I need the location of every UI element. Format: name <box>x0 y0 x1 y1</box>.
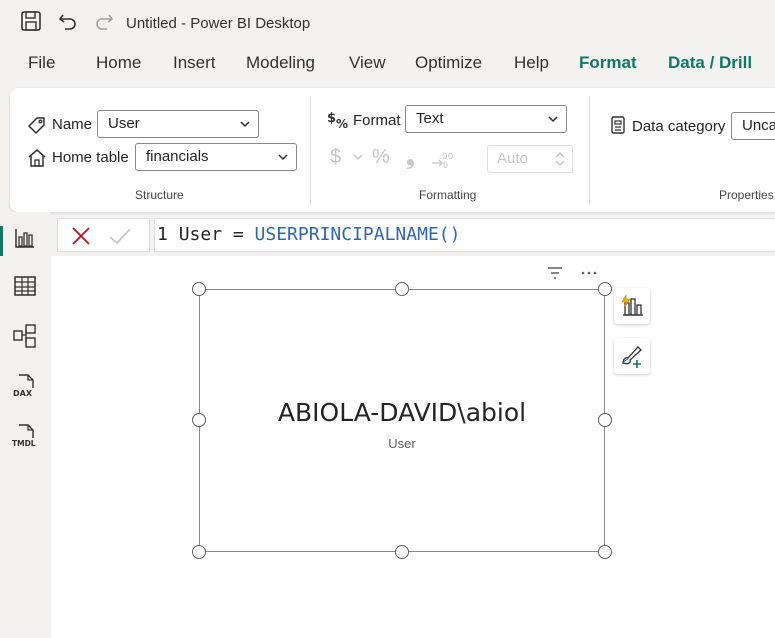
resize-handle-bottom[interactable] <box>395 545 409 559</box>
format-icon: $ % <box>327 111 348 131</box>
formula-line-number: 1 <box>157 224 168 245</box>
data-category-value: Unca <box>742 117 775 134</box>
formula-action-buttons <box>57 218 150 252</box>
chevron-down-icon <box>278 154 288 161</box>
group-divider <box>310 96 311 204</box>
properties-group-label: Properties <box>719 188 774 202</box>
formula-function: USERPRINCIPALNAME() <box>254 224 461 245</box>
resize-handle-bottom-right[interactable] <box>598 545 612 559</box>
svg-text:TMDL: TMDL <box>12 439 36 448</box>
menu-bar: File Home Insert Modeling View Optimize … <box>0 46 775 80</box>
comma-button[interactable]: ❟ <box>406 144 415 170</box>
commit-check-icon[interactable] <box>108 225 132 247</box>
spinner-arrows-icon <box>555 152 565 166</box>
chevron-down-icon <box>240 121 250 128</box>
svg-text:0: 0 <box>443 161 448 170</box>
home-table-value: financials <box>146 148 209 165</box>
resize-handle-bottom-left[interactable] <box>192 545 206 559</box>
menu-insert[interactable]: Insert <box>173 53 216 73</box>
dax-query-view-icon[interactable]: DAX <box>12 373 38 399</box>
report-view-icon[interactable] <box>12 225 38 251</box>
decimal-places-spinner[interactable]: Auto <box>487 145 573 173</box>
decimals-value: Auto <box>497 150 528 167</box>
chevron-down-icon <box>548 116 558 123</box>
undo-icon[interactable] <box>57 10 79 32</box>
title-bar: Untitled - Power BI Desktop <box>0 0 775 44</box>
currency-button[interactable]: $ <box>330 146 341 169</box>
home-icon <box>28 149 46 167</box>
card-label: User <box>388 436 416 451</box>
formula-editor[interactable]: 1 User = USERPRINCIPALNAME() <box>154 218 775 252</box>
more-options-icon[interactable] <box>580 266 598 280</box>
resize-handle-top-right[interactable] <box>598 282 612 296</box>
active-view-indicator <box>0 226 3 256</box>
name-value: User <box>108 115 140 132</box>
percent-button[interactable]: % <box>372 146 390 169</box>
menu-modeling[interactable]: Modeling <box>246 53 315 73</box>
decimal-places-icon[interactable]: .00 0 <box>430 148 454 170</box>
redo-icon[interactable] <box>93 10 115 32</box>
tag-icon <box>28 117 45 134</box>
cancel-icon[interactable] <box>70 225 92 247</box>
menu-optimize[interactable]: Optimize <box>415 53 482 73</box>
ribbon: Name User Home table financials Structur… <box>10 88 775 212</box>
formula-measure-text: User = <box>178 224 255 245</box>
save-icon[interactable] <box>20 10 42 32</box>
build-visual-button[interactable] <box>614 288 650 324</box>
svg-text:$: $ <box>327 111 336 126</box>
menu-format[interactable]: Format <box>579 53 637 73</box>
menu-view[interactable]: View <box>349 53 386 73</box>
home-table-label: Home table <box>52 149 129 166</box>
resize-handle-right[interactable] <box>598 413 612 427</box>
card-value: ABIOLA-DAVID\abiol <box>277 398 527 427</box>
resize-handle-top-left[interactable] <box>192 282 206 296</box>
card-visual[interactable]: ABIOLA-DAVID\abiol User <box>199 289 605 552</box>
format-value: Text <box>416 110 444 127</box>
formatting-group-label: Formatting <box>419 188 477 202</box>
format-label: Format <box>353 112 401 129</box>
format-visual-icon <box>622 346 642 368</box>
chevron-down-icon[interactable] <box>353 152 363 162</box>
filter-icon[interactable] <box>546 266 564 280</box>
resize-handle-left[interactable] <box>192 413 206 427</box>
tmdl-view-icon[interactable]: TMDL <box>12 423 38 449</box>
data-category-icon <box>611 116 625 134</box>
menu-help[interactable]: Help <box>514 53 549 73</box>
data-category-label: Data category <box>632 118 726 135</box>
data-category-select[interactable]: Unca <box>731 112 775 140</box>
name-label: Name <box>52 116 93 133</box>
menu-home[interactable]: Home <box>96 53 141 73</box>
format-visual-button[interactable] <box>614 338 650 374</box>
format-select[interactable]: Text <box>405 105 567 133</box>
name-input[interactable]: User <box>97 110 259 138</box>
menu-data-drill[interactable]: Data / Drill <box>668 53 752 73</box>
svg-text:%: % <box>336 117 348 131</box>
svg-text:DAX: DAX <box>13 389 33 398</box>
left-nav: DAX TMDL <box>0 212 50 638</box>
menu-file[interactable]: File <box>28 53 55 73</box>
group-divider <box>589 96 590 204</box>
structure-group-label: Structure <box>135 188 184 202</box>
window-title: Untitled - Power BI Desktop <box>126 15 311 32</box>
home-table-select[interactable]: financials <box>135 143 297 171</box>
model-view-icon[interactable] <box>12 323 38 349</box>
resize-handle-top[interactable] <box>395 282 409 296</box>
table-view-icon[interactable] <box>12 273 38 299</box>
build-visual-icon <box>621 293 643 316</box>
